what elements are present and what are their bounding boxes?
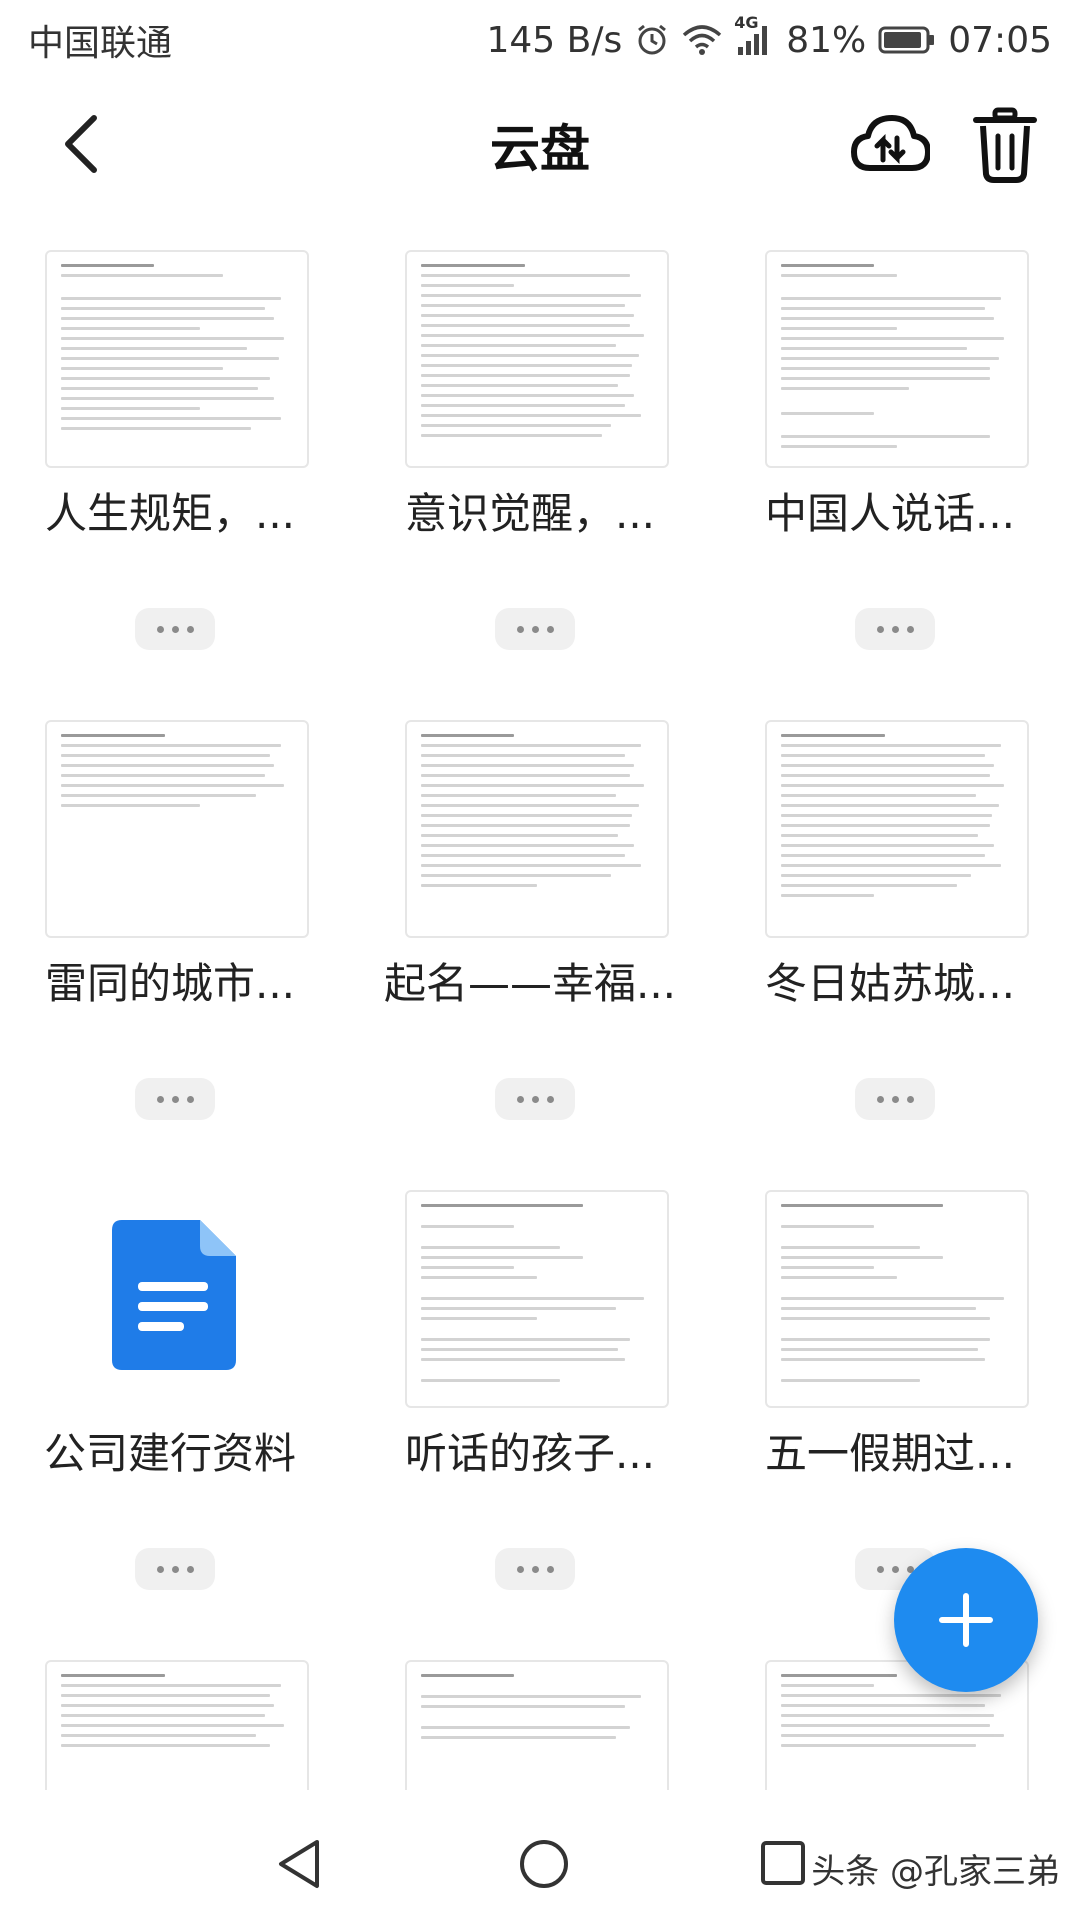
file-thumbnail (405, 720, 669, 938)
page-title: 云盘 (490, 120, 590, 178)
file-thumbnail (405, 1660, 669, 1790)
nav-back-icon (279, 1840, 319, 1888)
more-options-button[interactable] (135, 1078, 215, 1120)
nav-home-icon (520, 1840, 568, 1888)
back-button[interactable] (48, 112, 112, 176)
file-name: 意识觉醒，... (404, 489, 656, 538)
delete-button[interactable] (970, 106, 1040, 184)
status-right: 145 B/s 4G 81% 07:05 (486, 13, 1052, 61)
watermark: 头条 @孔家三弟 (811, 1852, 1060, 1892)
back-icon (65, 115, 97, 173)
cloud-upload-icon (851, 115, 931, 171)
alarm-icon (634, 22, 670, 58)
file-name: 起名——幸福... (383, 959, 677, 1008)
file-thumbnail (765, 250, 1029, 468)
trash-icon (973, 107, 1037, 183)
more-options-button[interactable] (855, 608, 935, 650)
file-name: 冬日姑苏城... (764, 959, 1016, 1008)
wifi-icon (682, 23, 722, 57)
network-type: 4G (734, 13, 759, 32)
clock: 07:05 (948, 19, 1052, 61)
cloud-sync-button[interactable] (850, 110, 931, 180)
more-options-button[interactable] (135, 608, 215, 650)
plus-icon (939, 1593, 993, 1647)
file-thumbnail (765, 720, 1029, 938)
status-bar: 中国联通 145 B/s 4G 81% 07:05 (0, 0, 1080, 80)
file-thumbnail (45, 720, 309, 938)
battery-percent: 81% (786, 19, 867, 61)
file-name: 公司建行资料 (43, 1429, 296, 1478)
file-thumbnail (765, 1190, 1029, 1408)
battery-icon (878, 25, 936, 55)
document-icon (112, 1220, 236, 1370)
app-header: 云盘 (0, 80, 1080, 210)
file-name: 中国人说话... (764, 489, 1016, 538)
more-options-button[interactable] (495, 1548, 575, 1590)
file-name: 听话的孩子... (404, 1429, 656, 1478)
file-name: 雷同的城市... (44, 959, 296, 1008)
nav-home-button[interactable] (518, 1838, 570, 1890)
system-nav-bar: 头条 @孔家三弟 (0, 1800, 1080, 1920)
nav-back-button[interactable] (275, 1838, 323, 1890)
more-options-button[interactable] (495, 1078, 575, 1120)
file-thumbnail (45, 1660, 309, 1790)
file-name: 人生规矩，... (44, 489, 296, 538)
add-file-button[interactable] (894, 1548, 1038, 1692)
file-thumbnail (405, 1190, 669, 1408)
file-grid: 人生规矩，... 意识觉醒，... 中国人说话... 雷同的城市... 起名——… (0, 230, 1080, 1790)
network-speed: 145 B/s (486, 19, 623, 61)
file-thumbnail (45, 250, 309, 468)
file-name: 五一假期过... (764, 1429, 1016, 1478)
nav-recent-button[interactable] (760, 1840, 806, 1886)
file-thumbnail (405, 250, 669, 468)
more-options-button[interactable] (495, 608, 575, 650)
carrier-label: 中国联通 (28, 23, 173, 64)
more-options-button[interactable] (855, 1078, 935, 1120)
signal-icon: 4G (734, 13, 774, 57)
nav-recent-icon (761, 1841, 805, 1885)
more-options-button[interactable] (135, 1548, 215, 1590)
